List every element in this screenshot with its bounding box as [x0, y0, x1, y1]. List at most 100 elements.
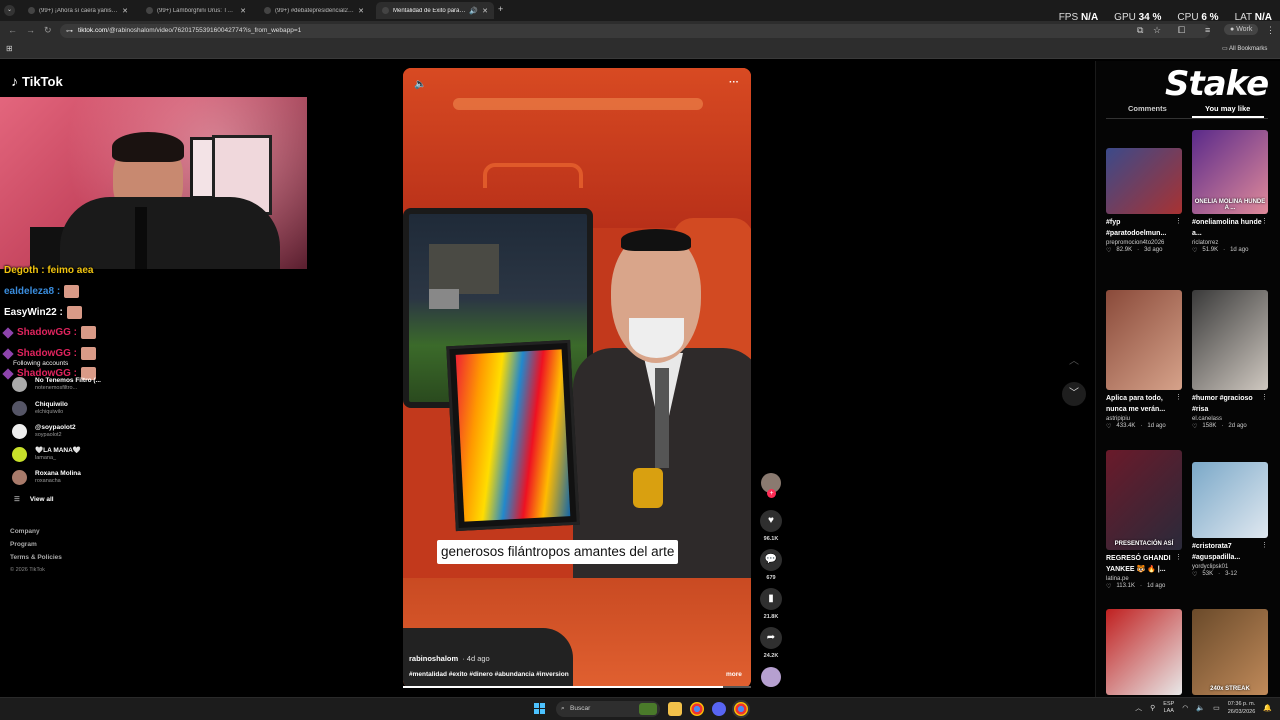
- new-tab-button[interactable]: +: [498, 4, 503, 14]
- tiktok-logo[interactable]: ♪ TikTok: [11, 73, 63, 89]
- video-thumbnail[interactable]: PRESENTACIÓN ASÍ: [1106, 450, 1182, 550]
- card-title[interactable]: REGRESÓ GHANDI YANKEE 🐯 🔥 |...: [1106, 553, 1182, 575]
- card-options-icon[interactable]: ⋮: [1175, 217, 1182, 225]
- card-author[interactable]: latina.pe: [1106, 576, 1182, 582]
- video-author[interactable]: rabinoshalom · 4d ago: [409, 654, 490, 663]
- chrome-icon[interactable]: [690, 702, 704, 716]
- card-title[interactable]: #humor #gracioso #risa: [1192, 393, 1268, 415]
- video-thumbnail[interactable]: ONELIA MOLINA HUNDE A ...: [1192, 130, 1268, 214]
- more-options-icon[interactable]: ···: [729, 77, 739, 88]
- recommended-video-card[interactable]: ⋮ Aplica para todo, nunca me verán... astr…: [1106, 290, 1182, 430]
- url-field[interactable]: tiktok.com/@rabinoshalom/video/762017553…: [60, 24, 1210, 38]
- video-thumbnail[interactable]: [1106, 290, 1182, 390]
- video-thumbnail[interactable]: [1192, 462, 1268, 538]
- video-thumbnail[interactable]: [1192, 290, 1268, 390]
- bookmark-star-icon[interactable]: ☆: [1153, 25, 1161, 36]
- save-button[interactable]: ▮: [760, 588, 782, 610]
- card-title[interactable]: #cristorata7 #aguspadilla...: [1192, 541, 1268, 563]
- all-bookmarks-button[interactable]: ▭ All Bookmarks: [1222, 45, 1267, 52]
- tab-search-icon[interactable]: ⌄: [4, 5, 15, 16]
- clock[interactable]: 07:36 p. m. 26/03/2026: [1228, 700, 1256, 716]
- tray-chevron-icon[interactable]: ︿: [1135, 703, 1142, 713]
- browser-tab-active[interactable]: Mentalidad de Éxito para la 🔊 ✕: [376, 2, 494, 19]
- browser-tab-1[interactable]: (99+) ¡Ahora sí caerá yanis? #EI ✕: [22, 2, 134, 19]
- close-tab-icon[interactable]: ✕: [122, 7, 128, 15]
- card-options-icon[interactable]: ⋮: [1175, 553, 1182, 561]
- close-tab-icon[interactable]: ✕: [358, 7, 364, 15]
- following-account[interactable]: No Tenemos Filtro (... notenemosfiltro...: [12, 374, 101, 394]
- more-description-button[interactable]: more: [726, 671, 742, 678]
- card-author[interactable]: astripipiu: [1106, 416, 1182, 422]
- next-video-button[interactable]: ﹀: [1062, 382, 1086, 406]
- close-tab-icon[interactable]: ✕: [482, 7, 488, 15]
- following-account[interactable]: Chiquiwilo elchiquiwilo: [12, 398, 68, 418]
- music-disc-icon[interactable]: [761, 667, 781, 687]
- card-author[interactable]: yordyclipsk01: [1192, 564, 1268, 570]
- follow-plus-icon[interactable]: +: [767, 489, 776, 498]
- start-windows-icon[interactable]: [534, 703, 546, 715]
- card-options-icon[interactable]: ⋮: [1175, 393, 1182, 401]
- card-options-icon[interactable]: ⋮: [1261, 393, 1268, 401]
- video-thumbnail[interactable]: [1106, 148, 1182, 214]
- media-icon[interactable]: ≡: [1205, 25, 1210, 35]
- cast-icon[interactable]: ⧉: [1137, 25, 1143, 36]
- footer-link-program[interactable]: Program: [10, 541, 37, 548]
- language-indicator[interactable]: ESP LAA: [1163, 701, 1174, 715]
- video-progress-bar[interactable]: [403, 686, 751, 688]
- recommended-video-card[interactable]: ⋮ #fyp #paratodoelmun... prepromocion4to20…: [1106, 148, 1182, 254]
- browser-tab-2[interactable]: (99+) Lamborghini Urus: The S ✕: [140, 2, 252, 19]
- comment-button[interactable]: 💬: [760, 549, 782, 571]
- previous-video-button[interactable]: ︿: [1062, 350, 1086, 374]
- card-title[interactable]: #oneliamolina hunde a...: [1192, 217, 1268, 239]
- volume-icon[interactable]: 🔈: [414, 79, 426, 90]
- following-account[interactable]: Roxana Molina roxanacha: [12, 467, 81, 487]
- footer-link-company[interactable]: Company: [10, 528, 40, 535]
- card-author[interactable]: prepromocion4to2026: [1106, 240, 1182, 246]
- card-title[interactable]: #fyp #paratodoelmun...: [1106, 217, 1182, 239]
- video-thumbnail[interactable]: 240x STREAK: [1192, 609, 1268, 695]
- reload-icon[interactable]: ↻: [44, 25, 52, 36]
- card-likes: 158K: [1202, 423, 1217, 429]
- tab-you-may-like[interactable]: You may like: [1205, 104, 1250, 113]
- card-options-icon[interactable]: ⋮: [1261, 541, 1268, 549]
- recommended-video-card[interactable]: ONELIA MOLINA HUNDE A ... ⋮ #oneliamolina …: [1192, 130, 1268, 254]
- discord-icon[interactable]: [712, 702, 726, 716]
- speaker-icon[interactable]: 🔊: [469, 7, 478, 15]
- close-tab-icon[interactable]: ✕: [240, 7, 246, 15]
- taskbar-search[interactable]: ⌕ Buscar: [556, 701, 660, 717]
- site-info-icon[interactable]: ⊶: [66, 27, 73, 35]
- network-icon[interactable]: ⚲: [1150, 704, 1155, 712]
- profile-button[interactable]: ● Work: [1224, 24, 1259, 35]
- extensions-icon[interactable]: ⧠: [1178, 25, 1185, 36]
- wifi-icon[interactable]: ◠: [1182, 704, 1188, 712]
- recommended-video-card[interactable]: [1106, 609, 1182, 695]
- menu-kebab-icon[interactable]: ⋮: [1266, 25, 1275, 36]
- view-all-button[interactable]: ☰ View all: [14, 495, 54, 503]
- recommended-video-card[interactable]: ⋮ #humor #gracioso #risa el.canelass ♡ 158K ·…: [1192, 290, 1268, 430]
- video-player[interactable]: [403, 68, 751, 688]
- forward-icon[interactable]: →: [26, 25, 35, 35]
- battery-icon[interactable]: ▭: [1213, 704, 1220, 712]
- video-hashtags[interactable]: #mentalidad #exito #dinero #abundancia #…: [409, 671, 569, 678]
- recommended-video-card[interactable]: 240x STREAK: [1192, 609, 1268, 695]
- footer-link-terms[interactable]: Terms & Policies: [10, 554, 62, 561]
- following-account[interactable]: @soypaolot2 soypaolot2: [12, 421, 76, 441]
- recommended-video-card[interactable]: PRESENTACIÓN ASÍ ⋮ REGRESÓ GHANDI YANKEE 🐯…: [1106, 450, 1182, 590]
- notification-bell-icon[interactable]: 🔔: [1263, 704, 1272, 712]
- recommended-video-card[interactable]: ⋮ #cristorata7 #aguspadilla... yordyclipsk…: [1192, 462, 1268, 578]
- file-explorer-icon[interactable]: [668, 702, 682, 716]
- chrome-active-icon[interactable]: [734, 702, 748, 716]
- share-button[interactable]: ➦: [760, 627, 782, 649]
- card-author[interactable]: el.canelass: [1192, 416, 1268, 422]
- browser-tab-3[interactable]: (99+) #debatepresidencial2026 ✕: [258, 2, 370, 19]
- card-author[interactable]: riclatorrez: [1192, 240, 1268, 246]
- back-icon[interactable]: ←: [8, 25, 17, 35]
- tab-comments[interactable]: Comments: [1128, 104, 1167, 113]
- card-title[interactable]: Aplica para todo, nunca me verán...: [1106, 393, 1182, 415]
- card-options-icon[interactable]: ⋮: [1261, 217, 1268, 225]
- following-account[interactable]: 🤍LA MANA🤍 lamana_: [12, 444, 81, 464]
- apps-grid-icon[interactable]: ⊞: [6, 44, 13, 53]
- video-thumbnail[interactable]: [1106, 609, 1182, 695]
- volume-tray-icon[interactable]: 🔈: [1196, 704, 1205, 712]
- like-button[interactable]: ♥: [760, 510, 782, 532]
